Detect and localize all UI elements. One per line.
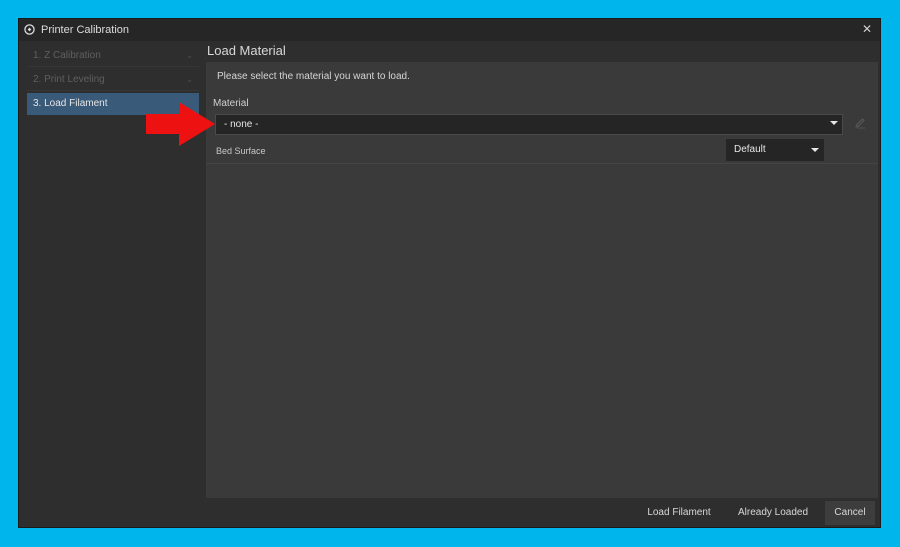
chevron-down-icon: ⌄	[186, 51, 193, 60]
bed-surface-label: Bed Surface	[216, 146, 266, 156]
instructions-text: Please select the material you want to l…	[217, 71, 410, 82]
step-z-calibration[interactable]: 1. Z Calibration ⌄	[27, 45, 199, 67]
caret-down-icon	[830, 121, 838, 125]
step-label: 3. Load Filament	[33, 98, 108, 109]
caret-down-icon	[811, 148, 819, 152]
material-label: Material	[213, 98, 249, 109]
close-icon[interactable]: ✕	[860, 22, 874, 36]
section-title: Load Material	[207, 43, 286, 58]
cura-logo-icon	[24, 24, 35, 35]
step-label: 2. Print Leveling	[33, 74, 105, 85]
bed-surface-value: Default	[734, 144, 766, 155]
title-bar: Printer Calibration ✕	[19, 19, 880, 41]
material-value: - none -	[224, 119, 259, 130]
divider	[206, 163, 878, 164]
material-select[interactable]: - none -	[215, 114, 843, 135]
bed-surface-select[interactable]: Default	[726, 139, 824, 161]
load-filament-button[interactable]: Load Filament	[639, 501, 719, 525]
calibration-dialog: Printer Calibration ✕ 1. Z Calibration ⌄…	[18, 18, 881, 528]
step-label: 1. Z Calibration	[33, 50, 101, 61]
pencil-icon[interactable]	[854, 117, 866, 129]
load-material-panel: Please select the material you want to l…	[206, 62, 878, 498]
step-print-leveling[interactable]: 2. Print Leveling ⌄	[27, 69, 199, 91]
chevron-down-icon: ⌄	[186, 75, 193, 84]
cancel-button[interactable]: Cancel	[825, 501, 875, 525]
already-loaded-button[interactable]: Already Loaded	[729, 501, 817, 525]
window-title: Printer Calibration	[41, 24, 130, 36]
red-arrow-annotation	[146, 102, 215, 146]
